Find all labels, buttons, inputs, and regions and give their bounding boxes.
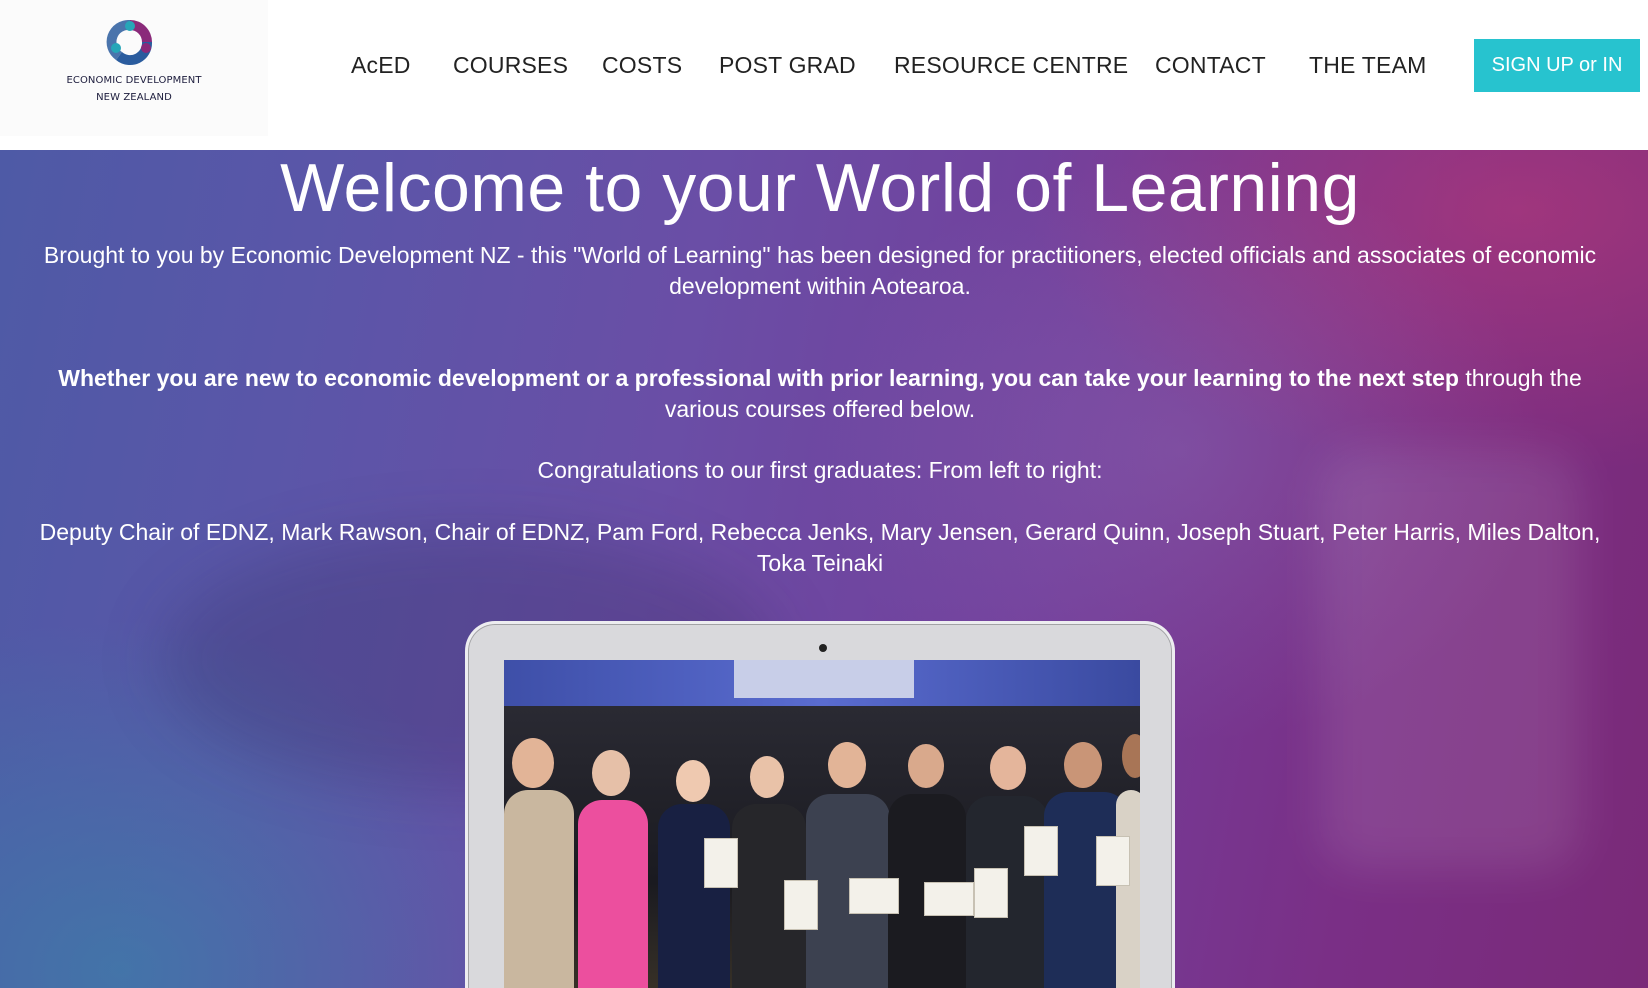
nav-item-courses[interactable]: COURSES	[453, 52, 568, 79]
hero-section: Welcome to your World of Learning Brough…	[0, 150, 1648, 988]
camera-dot	[819, 644, 827, 652]
graduates-text: Deputy Chair of EDNZ, Mark Rawson, Chair…	[39, 519, 1601, 576]
graduate-figure	[504, 710, 574, 988]
logo-text-line1: ECONOMIC DEVELOPMENT	[66, 75, 202, 86]
learning-text: Whether you are new to economic developm…	[30, 363, 1610, 425]
congrats-text: Congratulations to our first graduates: …	[537, 457, 1103, 483]
intro-text: Brought to you by Economic Development N…	[43, 242, 1597, 299]
page-title: Welcome to your World of Learning	[280, 150, 1360, 226]
nav-item-resource-centre[interactable]: RESOURCE CENTRE	[894, 52, 1128, 79]
graduates-photo	[504, 660, 1140, 988]
sign-up-button[interactable]: SIGN UP or IN	[1474, 39, 1640, 92]
photo-ceiling	[504, 660, 1140, 706]
learning-text-bold: Whether you are new to economic developm…	[58, 365, 1459, 391]
certificate	[1096, 836, 1130, 886]
graduate-figure	[574, 720, 652, 988]
photo-light	[734, 660, 914, 698]
ednz-logo-icon	[106, 19, 153, 66]
site-header: ECONOMIC DEVELOPMENT NEW ZEALAND AcED CO…	[0, 0, 1648, 150]
nav-item-the-team[interactable]: THE TEAM	[1309, 52, 1426, 79]
graduate-figure	[888, 728, 966, 988]
site-logo[interactable]: ECONOMIC DEVELOPMENT NEW ZEALAND	[0, 0, 268, 136]
background-blur	[1320, 450, 1580, 870]
graduate-figure	[732, 736, 806, 988]
certificate	[704, 838, 738, 888]
nav-item-aced[interactable]: AcED	[351, 52, 411, 79]
laptop-mockup	[465, 621, 1175, 988]
nav-item-costs[interactable]: COSTS	[602, 52, 682, 79]
certificate	[924, 882, 974, 916]
nav-item-contact[interactable]: CONTACT	[1155, 52, 1266, 79]
logo-text-line2: NEW ZEALAND	[96, 92, 172, 103]
nav-item-post-grad[interactable]: POST GRAD	[719, 52, 856, 79]
graduate-figure	[806, 724, 890, 988]
certificate	[974, 868, 1008, 918]
certificate	[784, 880, 818, 930]
certificate	[1024, 826, 1058, 876]
certificate	[849, 878, 899, 914]
